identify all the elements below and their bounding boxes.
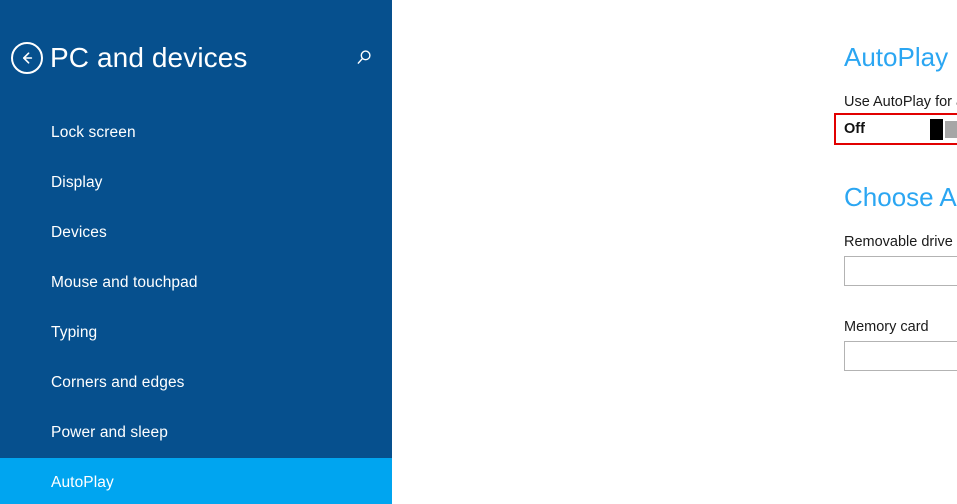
sidebar-item-label: Lock screen [51, 124, 136, 141]
removable-drive-label: Removable drive [844, 234, 953, 250]
page-title: PC and devices [50, 42, 248, 73]
autoplay-heading: AutoPlay [844, 42, 949, 72]
sidebar-item-mouse-and-touchpad[interactable]: Mouse and touchpad [0, 258, 392, 308]
back-arrow-icon [18, 49, 36, 67]
sidebar-item-label: Display [51, 174, 103, 191]
sidebar-nav-list: Lock screen Display Devices Mouse and to… [0, 108, 392, 504]
autoplay-toggle-switch[interactable] [930, 118, 957, 140]
sidebar-item-label: Mouse and touchpad [51, 274, 198, 291]
sidebar-item-power-and-sleep[interactable]: Power and sleep [0, 408, 392, 458]
toggle-track [943, 118, 957, 140]
sidebar-item-typing[interactable]: Typing [0, 308, 392, 358]
toggle-thumb [930, 118, 943, 140]
sidebar-item-autoplay[interactable]: AutoPlay [0, 458, 392, 504]
sidebar-item-corners-and-edges[interactable]: Corners and edges [0, 358, 392, 408]
search-button[interactable] [350, 44, 378, 72]
sidebar-item-label: AutoPlay [51, 474, 114, 491]
autoplay-toggle-state: Off [844, 121, 865, 137]
sidebar-item-display[interactable]: Display [0, 158, 392, 208]
settings-screen: PC and devices Lock screen Display Devic… [0, 0, 957, 504]
sidebar: PC and devices Lock screen Display Devic… [0, 0, 392, 504]
memory-card-label: Memory card [844, 319, 929, 335]
sidebar-item-label: Corners and edges [51, 374, 185, 391]
search-icon [354, 48, 374, 68]
sidebar-item-label: Devices [51, 224, 107, 241]
memory-card-value [854, 342, 957, 370]
sidebar-item-label: Power and sleep [51, 424, 168, 441]
memory-card-dropdown[interactable] [844, 341, 957, 371]
removable-drive-dropdown[interactable] [844, 256, 957, 286]
sidebar-item-devices[interactable]: Devices [0, 208, 392, 258]
sidebar-item-lock-screen[interactable]: Lock screen [0, 108, 392, 158]
use-autoplay-label: Use AutoPlay for all media and devices [844, 94, 957, 110]
sidebar-item-label: Typing [51, 324, 98, 341]
sidebar-header: PC and devices [0, 0, 392, 100]
autoplay-toggle-row: Off [844, 118, 957, 140]
choose-defaults-heading: Choose AutoPlay defaults [844, 182, 957, 212]
content-panel: AutoPlay Use AutoPlay for all media and … [392, 0, 957, 504]
removable-drive-value [854, 257, 957, 285]
back-button[interactable] [11, 42, 43, 74]
